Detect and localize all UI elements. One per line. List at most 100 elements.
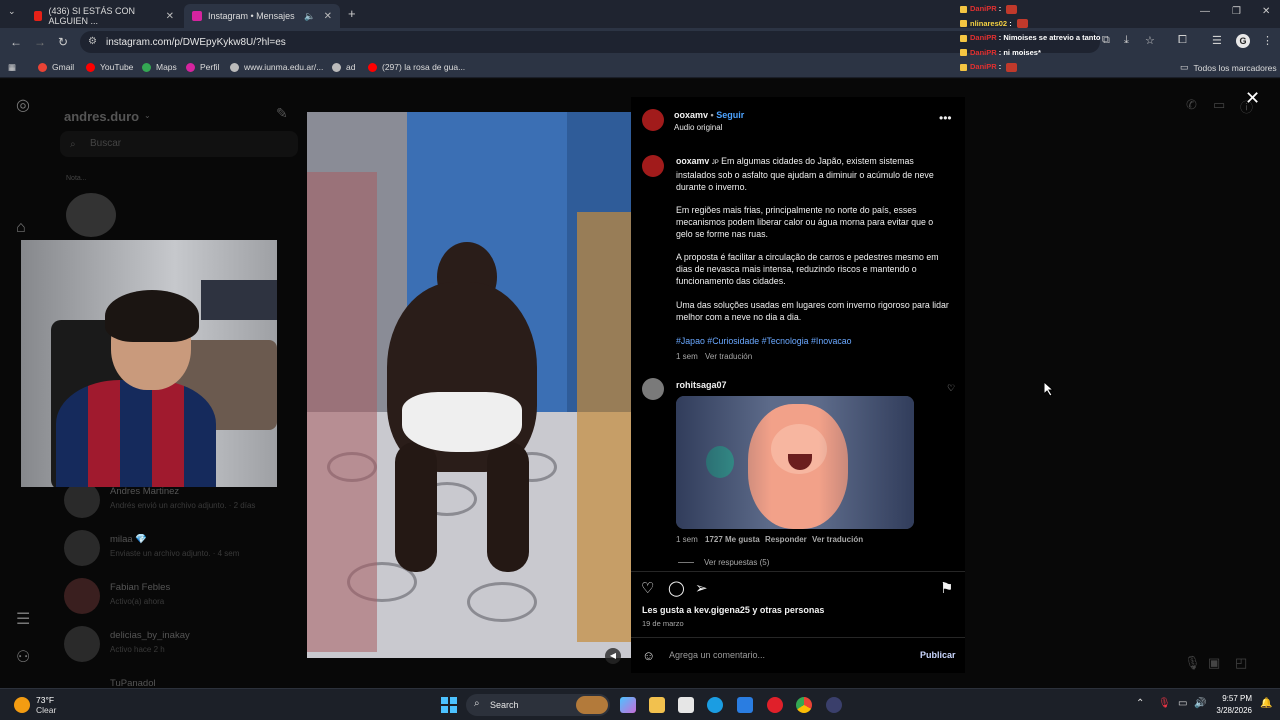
- dm-search-input[interactable]: Buscar: [60, 131, 298, 157]
- bookmark-gmail[interactable]: Gmail: [38, 62, 74, 72]
- hashtags[interactable]: #Japao #Curiosidade #Tecnologia #Inovaca…: [676, 335, 951, 347]
- emote-icon: [1006, 4, 1018, 14]
- list-item[interactable]: milaa 💎 Enviaste un archivo adjunto. · 4 …: [64, 530, 294, 570]
- weather-widget[interactable]: 73°F Clear: [14, 695, 56, 715]
- mute-icon[interactable]: ◀: [605, 648, 621, 664]
- comment-icon[interactable]: ◯: [668, 579, 685, 597]
- chrome-icon[interactable]: [796, 697, 812, 713]
- menu-icon[interactable]: ⋮: [1262, 34, 1273, 47]
- more-options-icon[interactable]: •••: [939, 111, 952, 125]
- video-bystander: [307, 172, 377, 652]
- taskbar-search[interactable]: ⌕ Search: [466, 694, 610, 716]
- media-icon[interactable]: ☰: [1212, 34, 1222, 47]
- publish-button[interactable]: Publicar: [920, 650, 956, 660]
- new-tab-button[interactable]: +: [348, 6, 356, 21]
- sticker-icon[interactable]: ◰: [1235, 655, 1247, 671]
- caption-author[interactable]: ooxamv: [676, 156, 709, 166]
- save-icon[interactable]: ⚑: [940, 579, 953, 597]
- tab-search-chevron-icon[interactable]: ⌄: [8, 6, 16, 17]
- phone-icon[interactable]: ✆: [1186, 97, 1197, 113]
- profile-avatar[interactable]: G: [1236, 34, 1250, 48]
- forward-icon[interactable]: →: [34, 35, 46, 49]
- opera-icon[interactable]: [767, 697, 783, 713]
- author-avatar[interactable]: [642, 155, 664, 177]
- comment-like-icon[interactable]: ♡: [947, 383, 955, 394]
- tab-close-icon[interactable]: ✕: [324, 11, 332, 22]
- site-info-icon[interactable]: ⚙: [88, 36, 97, 47]
- share-icon[interactable]: ➢: [695, 579, 708, 597]
- reload-icon[interactable]: ↻: [58, 35, 68, 49]
- list-item[interactable]: Fabian Febles Activo(a) ahora: [64, 578, 294, 618]
- follow-button[interactable]: Seguir: [716, 110, 744, 120]
- mail-icon[interactable]: [737, 697, 753, 713]
- instagram-logo-icon[interactable]: ◎: [16, 95, 30, 115]
- dm-username[interactable]: andres.duro: [64, 109, 139, 124]
- microphone-icon[interactable]: 🎙: [1158, 698, 1171, 709]
- home-icon[interactable]: ⌂: [16, 219, 26, 237]
- extensions-icon[interactable]: ⧠: [1178, 34, 1187, 47]
- commenter-avatar[interactable]: [642, 378, 664, 400]
- bookmark-perfil[interactable]: Perfil: [186, 62, 219, 72]
- monitor-icon[interactable]: ▭: [1178, 698, 1187, 709]
- copilot-icon[interactable]: [620, 697, 636, 713]
- emoji-icon[interactable]: ☺: [642, 648, 655, 663]
- edge-icon[interactable]: [707, 697, 723, 713]
- store-icon[interactable]: [678, 697, 694, 713]
- tray-chevron-icon[interactable]: ⌃: [1136, 698, 1144, 709]
- chat-user: DaniPR: [970, 33, 997, 42]
- back-icon[interactable]: ←: [10, 35, 22, 49]
- list-item[interactable]: Andres Martinez Andrés envió un archivo a…: [64, 482, 294, 522]
- caption-p2: Em regiões mais frias, principalmente no…: [676, 205, 934, 239]
- like-icon[interactable]: ♡: [641, 579, 654, 597]
- view-replies[interactable]: Ver respuestas (5): [678, 558, 769, 567]
- comment-translate-link[interactable]: Ver tradución: [812, 535, 863, 544]
- audio-label[interactable]: Audio original: [674, 123, 722, 132]
- reply-button[interactable]: Responder: [765, 535, 807, 544]
- file-explorer-icon[interactable]: [649, 697, 665, 713]
- meta-icon[interactable]: ⚇: [16, 647, 30, 667]
- volume-icon[interactable]: 🔊: [1194, 698, 1206, 709]
- microphone-icon[interactable]: 🎙: [1184, 655, 1201, 671]
- address-bar[interactable]: ⚙ instagram.com/p/DWEpyKykw8U/?hl=es: [80, 31, 1100, 53]
- apps-grid-icon[interactable]: ▦: [8, 62, 16, 73]
- bookmark-rosa[interactable]: (297) la rosa de gua...: [368, 62, 465, 72]
- bookmark-star-icon[interactable]: ☆: [1145, 34, 1155, 47]
- start-button[interactable]: [441, 697, 457, 713]
- chevron-down-icon[interactable]: ⌄: [144, 111, 151, 120]
- author-avatar[interactable]: [642, 109, 664, 131]
- compose-icon[interactable]: ✎: [276, 105, 288, 122]
- post-author[interactable]: ooxamv: [674, 110, 708, 120]
- video-call-icon[interactable]: ▭: [1213, 97, 1225, 113]
- comment-likes[interactable]: 1727 Me gusta: [705, 535, 760, 544]
- minimize-icon[interactable]: —: [1200, 6, 1210, 17]
- comment-gif[interactable]: [676, 396, 914, 529]
- bookmark-ad[interactable]: ad: [332, 62, 355, 72]
- list-item[interactable]: delicias_by_inakay Activo hace 2 h: [64, 626, 294, 666]
- app-icon[interactable]: [826, 697, 842, 713]
- tab-youtube[interactable]: (436) SI ESTÁS CON ALGUIEN ... ✕: [26, 4, 182, 28]
- tab-instagram[interactable]: Instagram • Mensajes 🔈 ✕: [184, 4, 340, 28]
- bookmark-maps[interactable]: Maps: [142, 62, 177, 72]
- note-bubble[interactable]: Nota...: [66, 175, 87, 182]
- more-menu-icon[interactable]: ☰: [16, 609, 30, 629]
- bookmark-iunma[interactable]: www.iunma.edu.ar/...: [230, 62, 323, 72]
- comment-user[interactable]: rohitsaga07: [676, 380, 727, 390]
- tab-title: (436) SI ESTÁS CON ALGUIEN ...: [48, 6, 136, 26]
- list-item[interactable]: TuPanadol: [64, 674, 294, 688]
- close-icon[interactable]: ✕: [1245, 88, 1260, 109]
- post-video[interactable]: [307, 112, 631, 658]
- comment-input[interactable]: Agrega un comentario...: [669, 650, 765, 660]
- maps-icon: [142, 62, 151, 72]
- likes-line[interactable]: Les gusta a kev.gigena25 y otras persona…: [642, 605, 824, 615]
- window-close-icon[interactable]: ✕: [1262, 6, 1270, 17]
- tab-audio-icon[interactable]: 🔈: [304, 11, 315, 22]
- see-translation-link[interactable]: Ver tradución: [705, 352, 752, 361]
- own-avatar[interactable]: [66, 193, 116, 237]
- tab-close-icon[interactable]: ✕: [166, 11, 174, 22]
- bookmark-youtube[interactable]: YouTube: [86, 62, 133, 72]
- all-bookmarks[interactable]: ▭ Todos los marcadores: [1180, 62, 1277, 73]
- image-icon[interactable]: ▣: [1208, 655, 1220, 671]
- maximize-icon[interactable]: ❐: [1232, 6, 1241, 17]
- clock[interactable]: 9:57 PM 3/28/2026: [1212, 693, 1252, 717]
- notifications-icon[interactable]: 🔔: [1260, 698, 1272, 709]
